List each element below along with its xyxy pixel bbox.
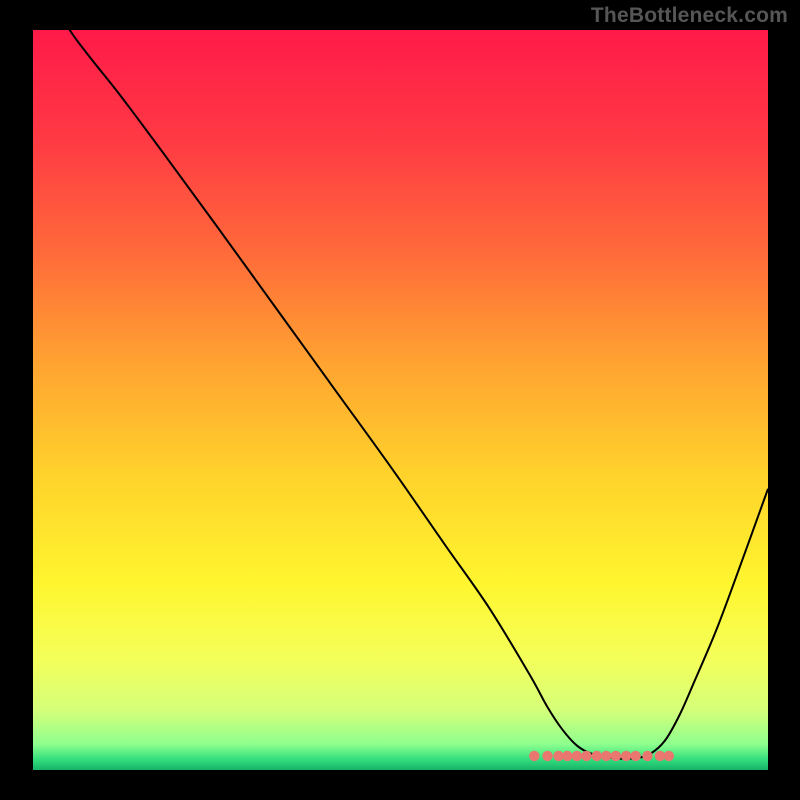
plot-background <box>33 30 768 770</box>
optimum-marker <box>631 751 641 761</box>
optimum-marker <box>664 751 674 761</box>
optimum-marker <box>642 751 652 761</box>
optimum-marker <box>529 751 539 761</box>
chart-svg <box>0 0 800 800</box>
optimum-marker <box>581 751 591 761</box>
optimum-marker <box>592 751 602 761</box>
optimum-marker <box>611 751 621 761</box>
chart-container: TheBottleneck.com <box>0 0 800 800</box>
optimum-marker <box>542 751 552 761</box>
optimum-marker <box>621 751 631 761</box>
optimum-marker <box>572 751 582 761</box>
optimum-marker <box>562 751 572 761</box>
optimum-marker <box>601 751 611 761</box>
